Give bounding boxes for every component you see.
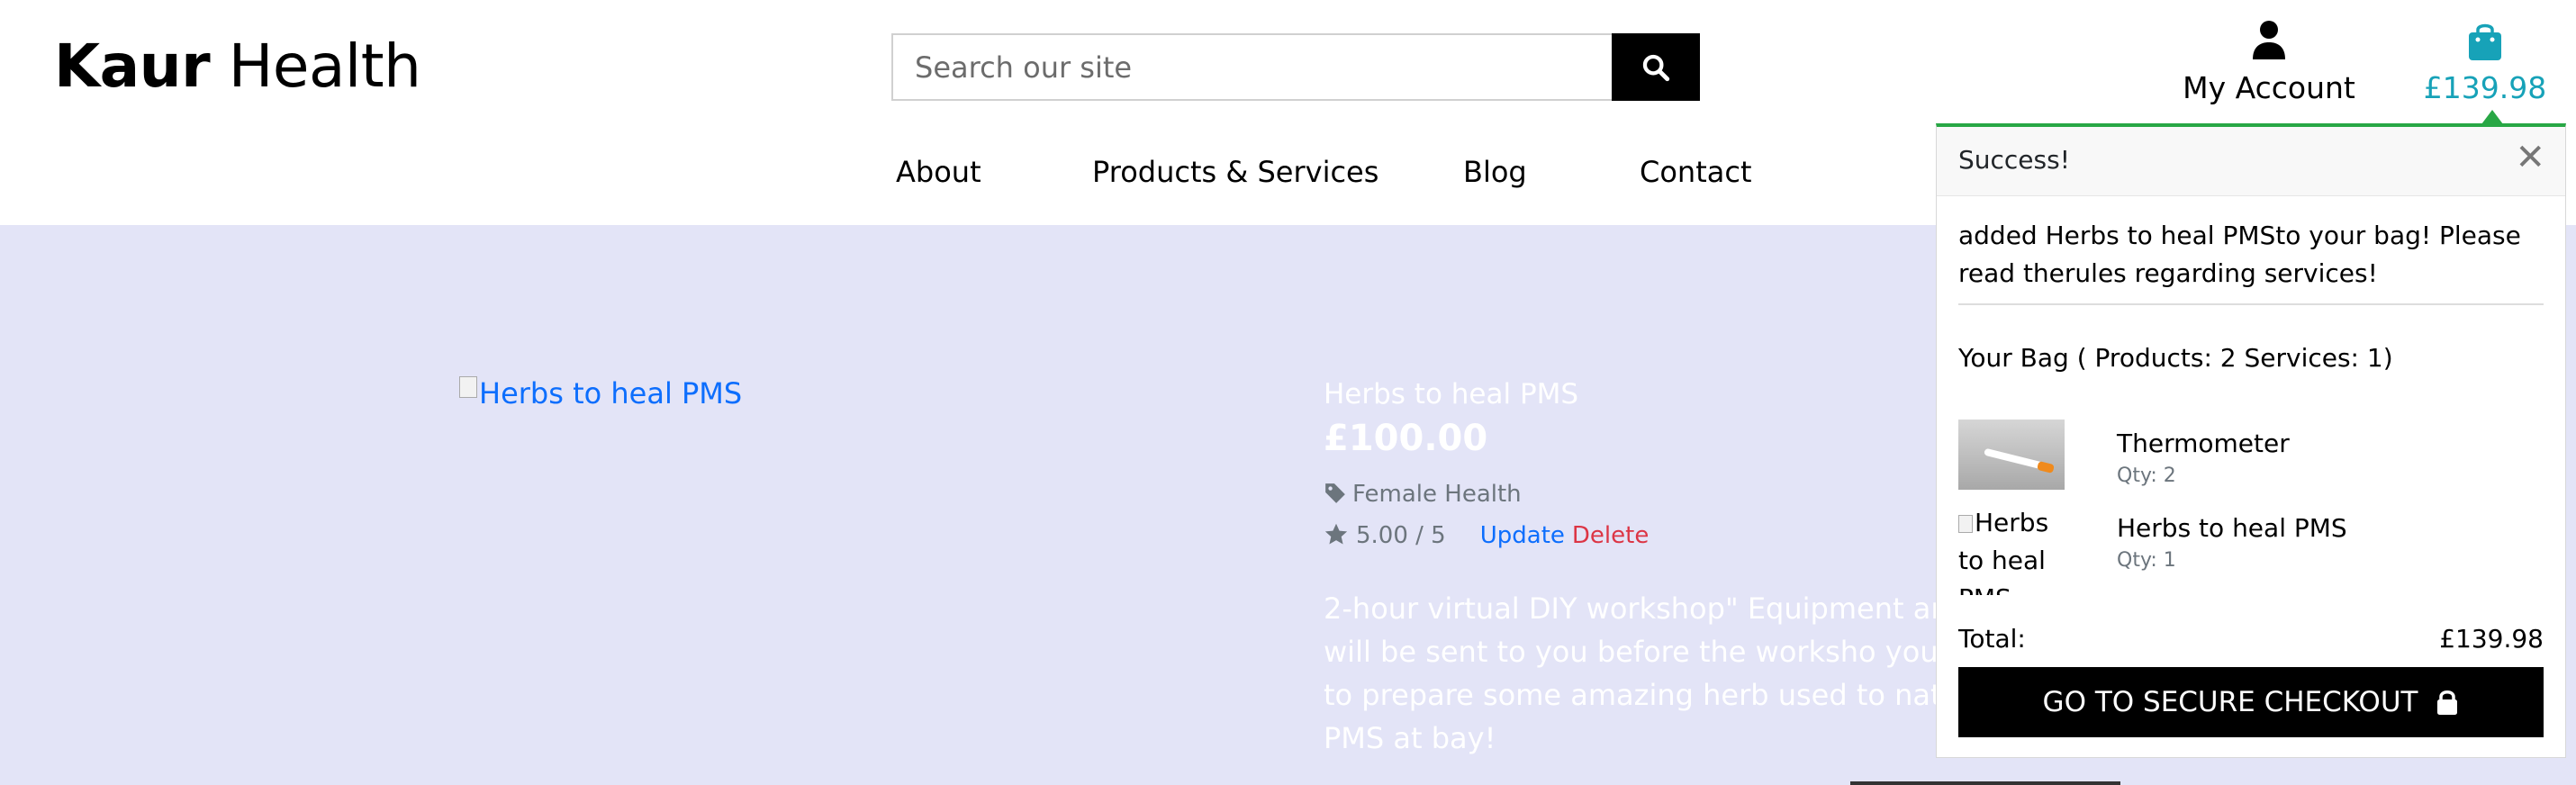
product-image[interactable]: Herbs to heal PMS bbox=[459, 376, 742, 411]
close-icon[interactable]: ✕ bbox=[2515, 140, 2545, 176]
bag-item-qty: Qty: 1 bbox=[2117, 549, 2176, 572]
rating-value: 5.00 / 5 bbox=[1356, 522, 1446, 549]
search-input[interactable] bbox=[891, 33, 1612, 101]
total-label: Total: bbox=[1958, 624, 2026, 654]
nav-about[interactable]: About bbox=[896, 155, 981, 189]
herbs-image: Herbs to heal PMS bbox=[1958, 508, 2049, 595]
shopping-bag-icon bbox=[2469, 23, 2501, 60]
checkout-label: GO TO SECURE CHECKOUT bbox=[2042, 686, 2418, 718]
my-account-label: My Account bbox=[2183, 70, 2355, 105]
product-name: Herbs to heal PMS bbox=[1324, 378, 1579, 411]
brand-logo[interactable]: Kaur Health bbox=[54, 32, 421, 101]
user-icon bbox=[2253, 21, 2285, 59]
search-button[interactable] bbox=[1612, 33, 1700, 101]
update-link[interactable]: Update bbox=[1480, 522, 1565, 549]
thermometer-tip bbox=[2037, 460, 2055, 474]
lock-icon bbox=[2437, 690, 2458, 715]
thermometer-image bbox=[1958, 420, 2065, 490]
product-price: £100.00 bbox=[1324, 418, 1488, 459]
divider bbox=[1850, 781, 2120, 785]
bag-total: £139.98 bbox=[2423, 70, 2547, 105]
product-rating: 5.00 / 5 Update Delete bbox=[1324, 522, 1649, 549]
nav-contact[interactable]: Contact bbox=[1640, 155, 1752, 189]
total-value: £139.98 bbox=[2439, 624, 2544, 654]
bag-items-list: Thermometer Qty: 2 Herbs to heal PMS Her… bbox=[1958, 420, 2544, 595]
nav-products-services[interactable]: Products & Services bbox=[1092, 155, 1378, 189]
toast-title: Success! bbox=[1958, 145, 2070, 175]
search-icon bbox=[1642, 54, 1670, 81]
delete-link[interactable]: Delete bbox=[1572, 522, 1649, 549]
search-form bbox=[891, 33, 1700, 101]
broken-image-icon bbox=[1958, 515, 1973, 533]
bag-summary: Your Bag ( Products: 2 Services: 1) bbox=[1958, 343, 2393, 373]
nav-blog[interactable]: Blog bbox=[1463, 155, 1527, 189]
bag-item-name: Thermometer bbox=[2117, 429, 2290, 458]
my-account-link[interactable]: My Account bbox=[2179, 16, 2359, 115]
toast-header: Success! ✕ bbox=[1937, 127, 2565, 196]
shopping-bag-link[interactable]: £139.98 bbox=[2413, 16, 2557, 115]
secure-checkout-button[interactable]: GO TO SECURE CHECKOUT bbox=[1958, 667, 2544, 737]
bag-item-qty: Qty: 2 bbox=[2117, 465, 2176, 487]
divider bbox=[1958, 303, 2544, 305]
success-toast: Success! ✕ added Herbs to heal PMSto you… bbox=[1936, 123, 2566, 758]
broken-image-icon bbox=[459, 376, 477, 398]
star-icon bbox=[1324, 523, 1348, 545]
toast-arrow bbox=[2481, 110, 2503, 124]
toast-message: added Herbs to heal PMSto your bag! Plea… bbox=[1958, 221, 2521, 288]
product-category[interactable]: Female Health bbox=[1324, 481, 1522, 508]
bag-item-name: Herbs to heal PMS bbox=[2117, 513, 2347, 543]
tag-icon bbox=[1325, 483, 1345, 503]
